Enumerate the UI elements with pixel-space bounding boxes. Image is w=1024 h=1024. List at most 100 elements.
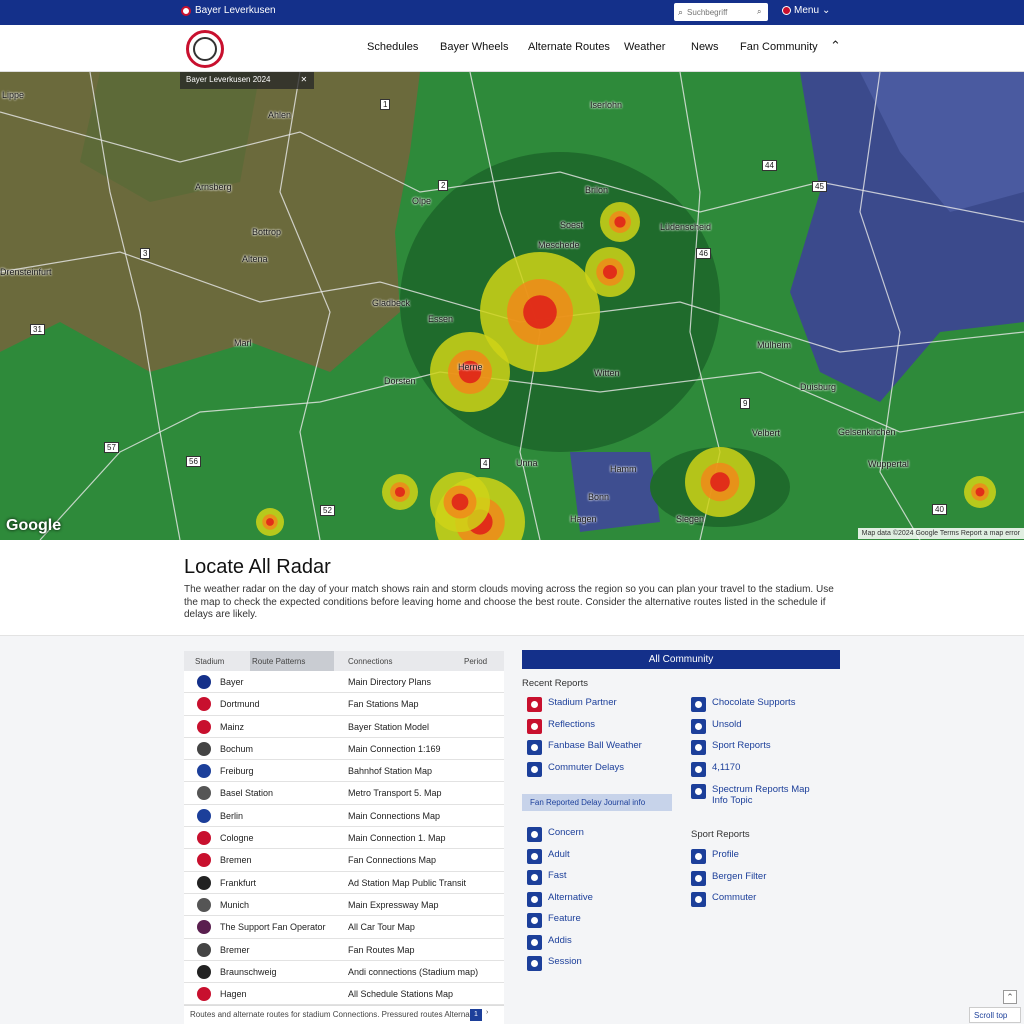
community-link-adult[interactable]: Adult [527, 848, 570, 864]
community-link-sport-reports[interactable]: Sport Reports [691, 740, 771, 755]
community-link-fanbase-ball-weather[interactable]: Fanbase Ball Weather [527, 740, 642, 755]
search-input[interactable] [687, 7, 754, 17]
map-label-witten[interactable]: Witten [594, 368, 620, 378]
nav-link-news[interactable]: News [691, 41, 719, 53]
community-link-profile[interactable]: Profile [691, 849, 739, 864]
scroll-top-tag[interactable]: Scroll top [969, 1007, 1021, 1023]
map-label-lippe[interactable]: Lippe [2, 90, 24, 100]
table-row[interactable]: The Support Fan Operator All Car Tour Map [184, 916, 504, 939]
nav-link-bayer-wheels[interactable]: Bayer Wheels [440, 41, 508, 53]
column-header-stadium[interactable]: Stadium [195, 657, 224, 666]
map-label-olpe[interactable]: Olpe [412, 196, 431, 206]
table-row[interactable]: Bayer Main Directory Plans [184, 671, 504, 694]
map-label-gelsenkirchen[interactable]: Gelsenkirchen [838, 427, 896, 437]
map-label-unna[interactable]: Unna [516, 458, 538, 468]
column-header-connections[interactable]: Connections [348, 657, 392, 666]
map-label-wuppertal[interactable]: Wuppertal [868, 459, 909, 469]
community-link-feature[interactable]: Feature [527, 913, 581, 928]
map-label-m-lheim[interactable]: Mülheim [757, 340, 791, 350]
table-row[interactable]: Dortmund Fan Stations Map [184, 693, 504, 716]
map-label-bonn[interactable]: Bonn [588, 492, 609, 502]
map-label-drensteinfurt[interactable]: Drensteinfurt [0, 267, 52, 277]
scroll-up-button[interactable]: ⌃ [1003, 990, 1017, 1004]
community-link-stadium-partner[interactable]: Stadium Partner [527, 697, 617, 712]
community-link-commuter[interactable]: Commuter [691, 892, 756, 907]
community-link-addis[interactable]: Addis [527, 934, 572, 950]
row-description: Main Expressway Map [348, 899, 439, 910]
table-row[interactable]: Munich Main Expressway Map [184, 893, 504, 917]
table-row[interactable]: Mainz Bayer Station Model [184, 715, 504, 738]
pagination-next[interactable]: › [486, 1009, 488, 1016]
chevron-up-icon[interactable]: ⌃ [830, 38, 841, 54]
community-link-label: Commuter Delays [548, 761, 625, 773]
team-crest-icon [197, 831, 211, 846]
community-link-commuter-delays[interactable]: Commuter Delays [527, 761, 625, 777]
club-logo[interactable] [186, 30, 224, 68]
map-label-arnsberg[interactable]: Arnsberg [195, 182, 232, 192]
row-name: Hagen [220, 989, 247, 1000]
community-link-fast[interactable]: Fast [527, 870, 566, 885]
brand[interactable]: Bayer Leverkusen [181, 5, 276, 16]
radar-map[interactable]: Lippe Ahlen Arnsberg Drensteinfurt Altena Mar… [0, 72, 1024, 540]
map-label-ahlen[interactable]: Ahlen [268, 110, 291, 120]
table-row[interactable]: Braunschweig Andi connections (Stadium ma… [184, 960, 504, 984]
community-link-label: Concern [548, 827, 584, 838]
community-link-icon [691, 719, 706, 734]
map-label-hamm[interactable]: Hamm [610, 464, 637, 474]
table-row[interactable]: Bremer Fan Routes Map [184, 938, 504, 961]
map-label-hagen[interactable]: Hagen [570, 514, 597, 524]
table-row[interactable]: Berlin Main Connections Map [184, 804, 504, 828]
map-label-velbert[interactable]: Velbert [752, 428, 780, 438]
map-label-l-denscheid[interactable]: Lüdenscheid [660, 222, 711, 232]
table-row[interactable]: Freiburg Bahnhof Station Map [184, 760, 504, 783]
row-name: Frankfurt [220, 877, 257, 888]
search-submit-icon[interactable]: ⌕ [757, 7, 761, 17]
map-label-dorsten[interactable]: Dorsten [384, 376, 416, 386]
team-crest-icon [197, 987, 211, 1002]
pagination-current[interactable]: 1 [470, 1009, 482, 1021]
community-link-unsold[interactable]: Unsold [691, 719, 742, 734]
table-row[interactable]: Hagen All Schedule Stations Map [184, 983, 504, 1006]
map-label-soest[interactable]: Soest [560, 220, 583, 230]
nav-link-fan-community[interactable]: Fan Community [740, 41, 818, 53]
map-label-iserlohn[interactable]: Iserlohn [590, 100, 622, 110]
search-box[interactable]: ⌕ ⌕ [674, 3, 768, 21]
table-row[interactable]: Basel Station Metro Transport 5. Map [184, 782, 504, 805]
nav-link-weather[interactable]: Weather [624, 41, 665, 53]
community-link-label: Stadium Partner [548, 697, 617, 708]
community-link-alternative[interactable]: Alternative [527, 891, 593, 907]
map-label-marl[interactable]: Marl [234, 338, 252, 348]
community-link-reflections[interactable]: Reflections [527, 718, 595, 734]
map-label-bottrop[interactable]: Bottrop [252, 227, 281, 237]
community-link-bergen-filter[interactable]: Bergen Filter [691, 870, 766, 886]
menu-toggle[interactable]: Menu ⌄ [782, 5, 830, 16]
table-row[interactable]: Bremen Fan Connections Map [184, 849, 504, 872]
map-info-icon[interactable]: ✕ [301, 75, 308, 86]
community-link-spectrum-reports-map-info-topic[interactable]: Spectrum Reports Map Info Topic [691, 784, 822, 806]
nav-link-schedules[interactable]: Schedules [367, 41, 418, 53]
table-row[interactable]: Bochum Main Connection 1:169 [184, 737, 504, 761]
map-label-siegen[interactable]: Siegen [676, 514, 704, 524]
community-link-chocolate-supports[interactable]: Chocolate Supports [691, 697, 795, 712]
community-header[interactable]: All Community [522, 650, 840, 669]
map-label-brilon[interactable]: Brilon [585, 185, 608, 195]
map-label-duisburg[interactable]: Duisburg [800, 382, 836, 392]
column-header-routes[interactable]: Route Patterns [252, 657, 305, 666]
table-row[interactable]: Frankfurt Ad Station Map Public Transit [184, 871, 504, 894]
table-body: Bayer Main Directory Plans Dortmund Fan Sta… [184, 671, 504, 1006]
community-link-session[interactable]: Session [527, 956, 582, 971]
nav-link-alternate-routes[interactable]: Alternate Routes [528, 41, 610, 53]
map-label-altena[interactable]: Altena [242, 254, 268, 264]
map-label-essen[interactable]: Essen [428, 314, 453, 324]
table-row[interactable]: Cologne Main Connection 1. Map [184, 827, 504, 850]
map-label-herne[interactable]: Herne [458, 362, 483, 372]
community-link-4-1170[interactable]: 4,1170 [691, 762, 740, 777]
fan-delay-banner[interactable]: Fan Reported Delay Journal info [522, 794, 672, 811]
map-attribution[interactable]: Map data ©2024 Google Terms Report a map… [857, 528, 1024, 539]
map-label-gladbeck[interactable]: Gladbeck [372, 298, 410, 308]
column-header-period[interactable]: Period [464, 657, 487, 666]
map-label-meschede[interactable]: Meschede [538, 240, 580, 250]
row-description: Main Connection 1:169 [348, 743, 441, 754]
route-sign: 40 [932, 504, 947, 515]
community-link-concern[interactable]: Concern [527, 827, 584, 842]
